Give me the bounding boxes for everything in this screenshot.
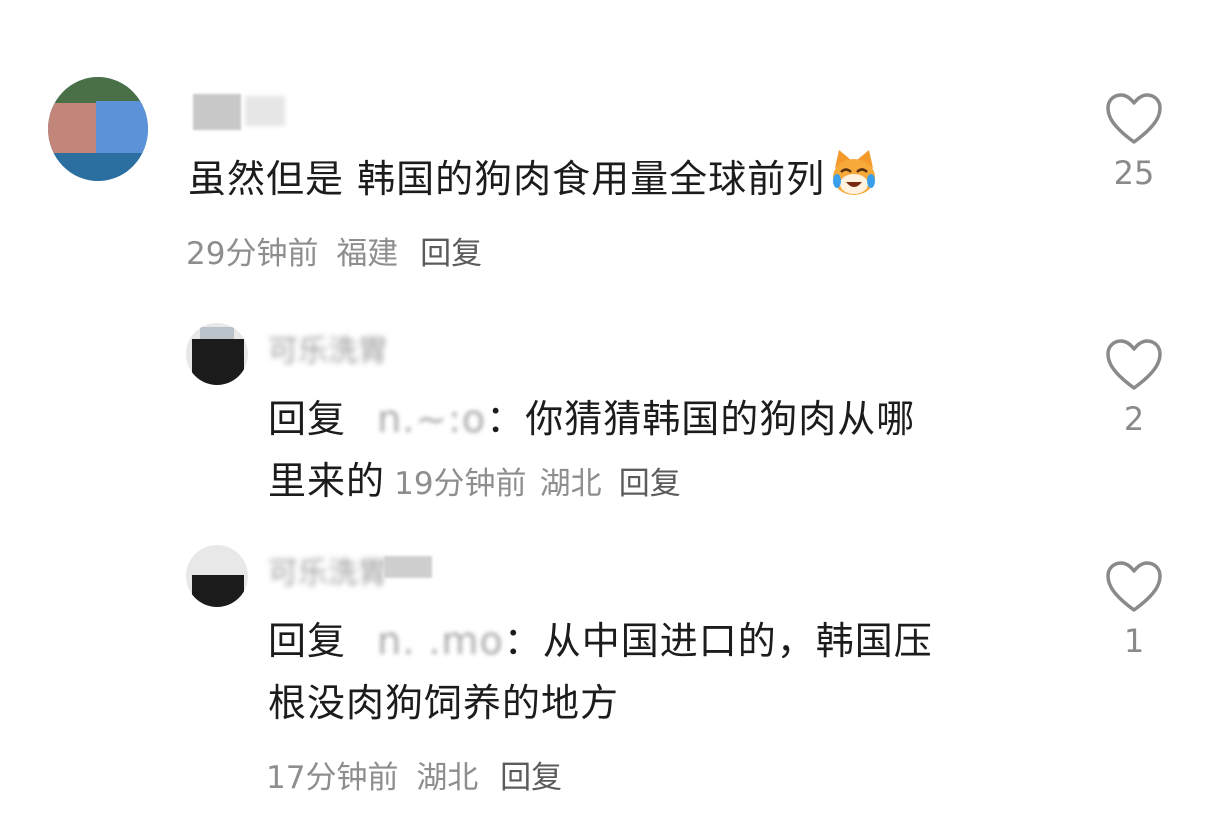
username[interactable]: 可乐洗胃 <box>268 326 388 370</box>
like-button[interactable]: 25 <box>1094 92 1174 192</box>
location: 湖北 <box>416 760 479 796</box>
like-button[interactable]: 1 <box>1094 560 1174 660</box>
avatar[interactable] <box>186 545 248 607</box>
username[interactable]: ██ ███ <box>193 86 303 136</box>
like-count: 1 <box>1123 622 1145 660</box>
cat-laughing-crying-emoji <box>829 148 879 198</box>
heart-outline-icon <box>1106 93 1162 144</box>
timestamp: 19分钟前 <box>394 466 527 502</box>
like-count: 2 <box>1123 400 1145 438</box>
avatar[interactable] <box>186 323 248 385</box>
username[interactable]: 可乐洗胃 <box>268 548 388 592</box>
reply-text: 回复 n.~:o：你猜猜韩国的狗肉从哪 <box>268 397 916 441</box>
timestamp: 17分钟前 <box>266 760 399 796</box>
like-count: 25 <box>1113 154 1155 192</box>
reply-button[interactable]: 回复 <box>619 466 681 502</box>
heart-outline-icon <box>1106 339 1162 390</box>
reply-line2: 根没肉狗饲养的地方 <box>268 681 620 725</box>
location: 湖北 <box>539 466 602 502</box>
reply-meta: 17分钟前 湖北 回复 <box>266 752 562 797</box>
timestamp: 29分钟前 <box>186 236 319 272</box>
mention-username[interactable]: n.~:o <box>377 397 486 441</box>
reply-line2: 里来的 19分钟前 湖北 回复 <box>268 459 681 503</box>
reply-text: 回复 n. .mo：从中国进口的，韩国压 <box>268 619 933 663</box>
avatar[interactable] <box>48 77 148 181</box>
location: 福建 <box>336 236 399 272</box>
heart-outline-icon <box>1106 561 1162 612</box>
comment-text: 虽然但是 韩国的狗肉食用量全球前列 <box>188 148 879 210</box>
like-button[interactable]: 2 <box>1094 338 1174 438</box>
reply-button[interactable]: 回复 <box>500 760 562 796</box>
reply-button[interactable]: 回复 <box>420 236 482 272</box>
comment-meta: 29分钟前 福建 回复 <box>186 228 482 273</box>
mention-username[interactable]: n. .mo <box>377 619 504 663</box>
